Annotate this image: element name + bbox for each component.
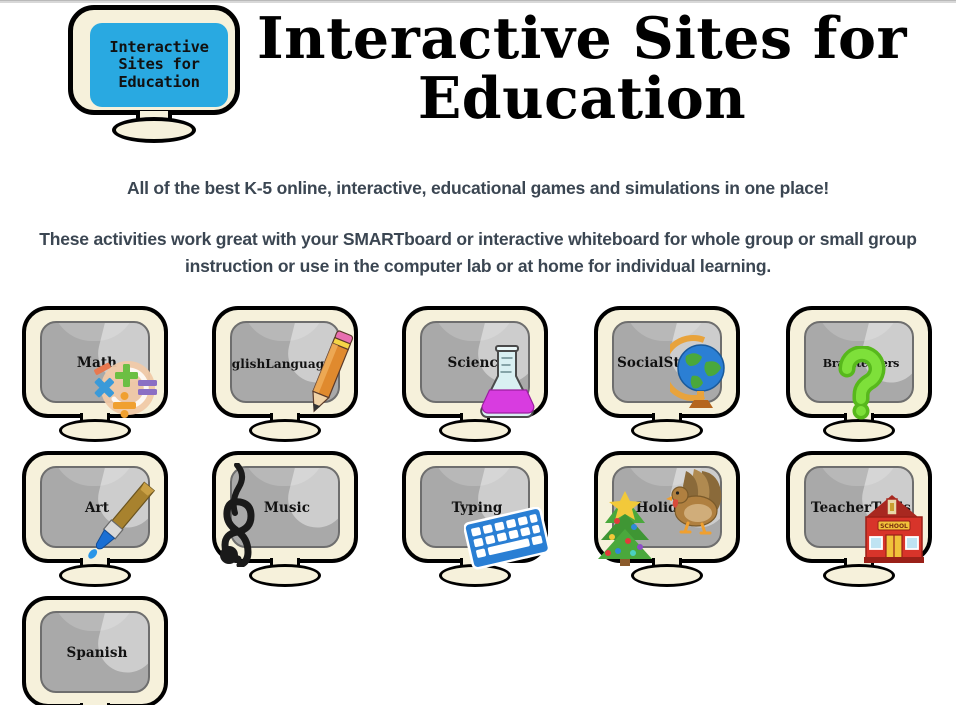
monitor-body: Art (22, 451, 168, 563)
monitor-screen: EnglishLanguageArts (230, 321, 340, 403)
intro-line-1: All of the best K-5 online, interactive,… (127, 178, 829, 198)
category-label-teacher-tools: Teacher Tools (810, 500, 911, 517)
monitor-screen: Teacher Tools (804, 466, 914, 548)
monitor-screen: Math (40, 321, 150, 403)
monitor-base (439, 564, 511, 587)
monitor-base (823, 419, 895, 442)
category-label-math: Math (76, 355, 118, 372)
category-tile-math[interactable]: Math (18, 306, 172, 448)
interactive-sites-logo[interactable]: Interactive Sites for Education (68, 5, 244, 145)
category-label-brainteasers: Brainteasers (822, 356, 900, 370)
category-label-social-studies: Social Studies (617, 355, 721, 372)
category-tile-brainteasers[interactable]: Brainteasers (782, 306, 936, 448)
monitor-body: Typing (402, 451, 548, 563)
category-label-science: Science (447, 355, 507, 372)
category-label-art: Art (84, 500, 110, 517)
category-grid: Math EnglishLanguageArts (16, 306, 946, 705)
monitor-screen: Brainteasers (804, 321, 914, 403)
category-label-spanish: Spanish (66, 645, 128, 662)
logo-line-2: Sites for (118, 55, 200, 74)
category-label-typing: Typing (451, 500, 503, 517)
monitor-base (439, 419, 511, 442)
category-tile-music[interactable]: Music (208, 451, 362, 593)
monitor-screen: Music (230, 466, 340, 548)
logo-monitor-screen: Interactive Sites for Education (90, 23, 228, 107)
category-tile-spanish[interactable]: Spanish (18, 596, 172, 705)
monitor-body: EnglishLanguageArts (212, 306, 358, 418)
monitor-base (631, 419, 703, 442)
monitor-body: Science (402, 306, 548, 418)
logo-line-1: Interactive (109, 37, 209, 56)
category-tile-art[interactable]: Art (18, 451, 172, 593)
monitor-base (631, 564, 703, 587)
logo-monitor-base (112, 117, 196, 143)
page-root: Interactive Sites for Education Interact… (0, 0, 956, 705)
monitor-base (249, 564, 321, 587)
monitor-base (249, 419, 321, 442)
category-row-3: Spanish (16, 596, 946, 705)
monitor-screen: Spanish (40, 611, 150, 693)
monitor-body: Brainteasers (786, 306, 932, 418)
intro-text: All of the best K-5 online, interactive,… (0, 168, 956, 280)
logo-line-3: Education (118, 72, 200, 91)
category-tile-social-studies[interactable]: Social Studies (590, 306, 744, 448)
monitor-body: Holidays (594, 451, 740, 563)
monitor-screen: Social Studies (612, 321, 722, 403)
monitor-body: Teacher Tools (786, 451, 932, 563)
category-label-holidays: Holidays (635, 500, 703, 517)
category-row-1: Math EnglishLanguageArts (16, 306, 946, 451)
site-header: Interactive Sites for Education Interact… (0, 3, 956, 151)
category-tile-teacher-tools[interactable]: Teacher Tools SCHOOL (782, 451, 936, 593)
logo-monitor-body: Interactive Sites for Education (68, 5, 240, 115)
category-row-2: Art Music Typing Holidays Teacher Tools … (16, 451, 946, 596)
monitor-body: Social Studies (594, 306, 740, 418)
monitor-base (59, 419, 131, 442)
monitor-base (59, 564, 131, 587)
category-tile-typing[interactable]: Typing (398, 451, 552, 593)
monitor-body: Music (212, 451, 358, 563)
category-label-music: Music (263, 500, 311, 517)
page-title: Interactive Sites for Education (257, 5, 907, 133)
monitor-screen: Art (40, 466, 150, 548)
monitor-screen: Holidays (612, 466, 722, 548)
monitor-body: Math (22, 306, 168, 418)
category-tile-english[interactable]: EnglishLanguageArts (208, 306, 362, 448)
monitor-screen: Science (420, 321, 530, 403)
monitor-screen: Typing (420, 466, 530, 548)
monitor-body: Spanish (22, 596, 168, 705)
category-tile-holidays[interactable]: Holidays (590, 451, 744, 593)
intro-line-2: These activities work great with your SM… (39, 229, 917, 277)
category-label-english: EnglishLanguageArts (231, 356, 338, 371)
category-tile-science[interactable]: Science (398, 306, 552, 448)
monitor-base (823, 564, 895, 587)
